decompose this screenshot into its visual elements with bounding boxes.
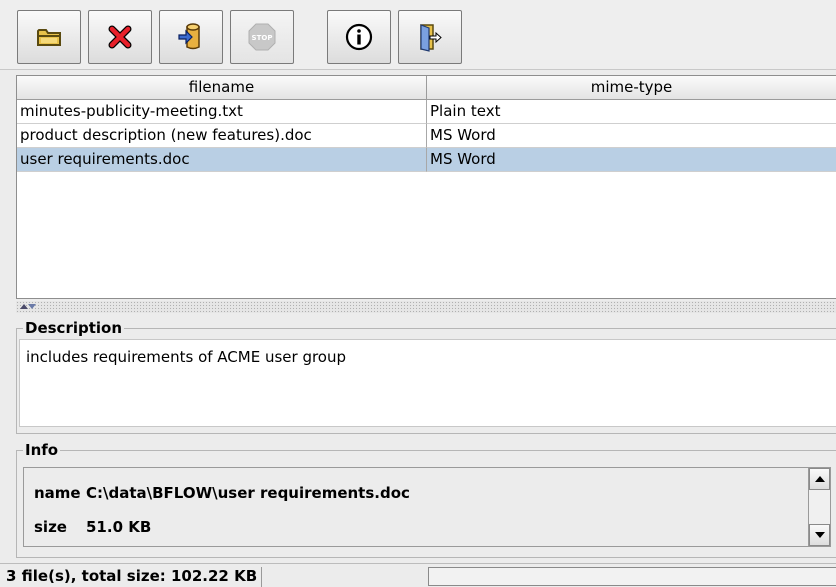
info-name-key: name xyxy=(34,484,81,502)
stop-icon: STOP xyxy=(248,23,276,51)
exit-button[interactable] xyxy=(398,10,462,64)
description-textarea[interactable]: includes requirements of ACME user group xyxy=(19,339,836,427)
info-pane: name C:\data\BFLOW\user requirements.doc … xyxy=(23,467,831,547)
info-icon xyxy=(345,23,373,51)
database-export-icon xyxy=(178,23,200,50)
scroll-up-arrow-icon xyxy=(814,476,825,482)
mime-type-cell: Plain text xyxy=(427,100,836,124)
mime-type-cell: MS Word xyxy=(427,124,836,148)
info-name-value: C:\data\BFLOW\user requirements.doc xyxy=(86,484,410,502)
filename-cell: user requirements.doc xyxy=(17,148,427,172)
filename-cell: minutes-publicity-meeting.txt xyxy=(17,100,427,124)
remove-button[interactable] xyxy=(88,10,152,64)
scroll-up-button[interactable] xyxy=(809,468,830,490)
collapse-down-arrow-icon[interactable] xyxy=(28,304,36,309)
info-size-key: size xyxy=(34,518,67,536)
split-pane-divider[interactable] xyxy=(16,301,836,313)
folder-icon xyxy=(37,29,61,46)
table-row[interactable]: product description (new features).doc M… xyxy=(17,124,836,148)
info-button[interactable] xyxy=(327,10,391,64)
status-text: 3 file(s), total size: 102.22 KB xyxy=(6,567,263,587)
info-title: Info xyxy=(23,441,61,459)
stop-button[interactable]: STOP xyxy=(230,10,294,64)
description-text: includes requirements of ACME user group xyxy=(26,348,347,366)
status-bar: 3 file(s), total size: 102.22 KB xyxy=(0,563,836,587)
info-size-row: size 51.0 KB xyxy=(34,518,151,536)
info-scrollbar[interactable] xyxy=(808,468,830,546)
info-panel: Info name C:\data\BFLOW\user requirements… xyxy=(16,441,836,558)
scroll-down-arrow-icon xyxy=(814,532,825,538)
filename-cell: product description (new features).doc xyxy=(17,124,427,148)
table-row[interactable]: minutes-publicity-meeting.txt Plain text xyxy=(17,100,836,124)
description-panel: Description includes requirements of ACM… xyxy=(16,319,836,434)
table-header: filename mime-type xyxy=(17,76,836,100)
stop-label: STOP xyxy=(252,34,273,42)
mime-type-cell: MS Word xyxy=(427,148,836,172)
collapse-up-arrow-icon[interactable] xyxy=(20,304,28,309)
toolbar: STOP xyxy=(0,0,836,70)
info-name-row: name C:\data\BFLOW\user requirements.doc xyxy=(34,484,410,502)
file-table[interactable]: filename mime-type minutes-publicity-mee… xyxy=(16,75,836,299)
scroll-down-button[interactable] xyxy=(809,524,830,546)
column-header-mime-type[interactable]: mime-type xyxy=(427,76,836,100)
table-row-selected[interactable]: user requirements.doc MS Word xyxy=(17,148,836,172)
red-x-icon xyxy=(108,25,132,49)
exit-door-icon xyxy=(420,24,442,52)
column-header-filename[interactable]: filename xyxy=(17,76,427,100)
export-button[interactable] xyxy=(159,10,223,64)
open-folder-button[interactable] xyxy=(17,10,81,64)
description-title: Description xyxy=(23,319,125,337)
progress-bar xyxy=(428,567,836,586)
info-size-value: 51.0 KB xyxy=(86,518,152,536)
